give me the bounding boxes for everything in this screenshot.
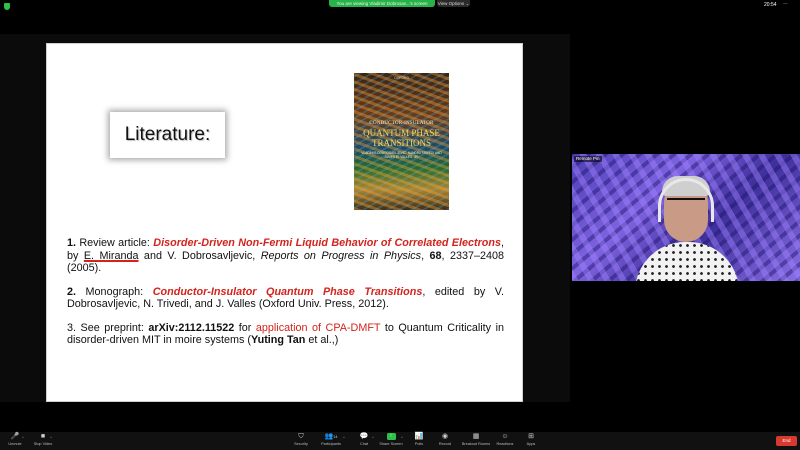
reference-number: 3. [67,321,77,334]
clock: 20:54 [764,2,777,8]
view-options-label: View Options [437,1,465,6]
presentation-slide: Literature: OXFORD CONDUCTOR-INSULATOR Q… [46,43,523,402]
share-options-caret[interactable]: ^ [401,435,403,440]
record-label: Record [438,442,452,446]
reference-text: , [421,249,430,262]
glasses-icon [667,198,705,206]
share-screen-icon: ↑ [386,432,396,442]
viewing-screen-banner: You are viewing Vladimir Dobrosav...'s s… [329,0,435,7]
book-cover-image: OXFORD CONDUCTOR-INSULATOR QUANTUM PHASE… [354,73,449,210]
unmute-button[interactable]: 🎤 Unmute [0,432,30,450]
participants-count: 14 [333,435,338,439]
unmute-label: Unmute [8,442,22,446]
chat-icon: 💬 [359,433,369,440]
reference-list: 1. Review article: Disorder-Driven Non-F… [67,237,504,358]
reference-author-underlined: E. Miranda [83,249,139,262]
end-meeting-button[interactable]: End [776,436,797,446]
chevron-down-icon: ⌄ [465,1,470,6]
microphone-icon: 🎤 [10,433,20,440]
reference-prefix: See preprint: [76,321,149,334]
stop-video-button[interactable]: ■ Stop Video [28,432,58,450]
reactions-label: Reactions [496,442,514,446]
security-label: Security [294,442,308,446]
video-camera-icon: ■ [40,433,46,440]
chat-label: Chat [359,442,369,446]
reference-text: et al.,) [305,334,339,346]
reference-text: and V. Dobrosavljevic, [138,249,261,262]
stop-video-label: Stop Video [33,442,53,446]
reference-volume: 68 [429,249,442,262]
audio-options-caret[interactable]: ^ [22,435,24,440]
reference-application: application of CPA-DMFT [255,321,381,334]
share-screen-label: Share Screen [379,442,403,446]
breakout-rooms-label: Breakout Rooms [461,442,491,446]
top-bar: You are viewing Vladimir Dobrosav...'s s… [0,0,800,34]
participants-options-caret[interactable]: ^ [343,435,345,440]
reference-prefix: Monograph: [76,285,153,298]
more-icon[interactable]: ··· [783,1,788,7]
reference-item: 2. Monograph: Conductor-Insulator Quantu… [67,286,504,311]
view-options-button[interactable]: View Options ⌄ [437,0,470,7]
reference-number: 1. [67,237,77,249]
reference-prefix: Review article: [76,237,154,249]
apps-label: Apps [526,442,536,446]
polls-label: Polls [414,442,424,446]
meeting-toolbar: 🎤 Unmute ^ ■ Stop Video ^ ⛉ Security 👥14… [0,432,800,450]
security-button[interactable]: ⛉ Security [286,432,316,450]
breakout-rooms-button[interactable]: ▦ Breakout Rooms [461,432,491,450]
reference-arxiv-id: arXiv:2112.11522 [148,321,235,334]
breakout-rooms-icon: ▦ [472,433,480,440]
reference-item: 3. See preprint: arXiv:2112.11522 for ap… [67,322,504,347]
participants-button[interactable]: 👥14 Participants [316,432,346,450]
chat-options-caret[interactable]: ^ [372,435,374,440]
apps-button[interactable]: ⊞ Apps [516,432,546,450]
participants-icon: 👥14 [324,433,338,440]
participant-video-tile[interactable]: Remote Pin [572,154,800,281]
shield-security-icon: ⛉ [298,433,304,440]
participant-name-tag: Remote Pin [574,156,602,162]
reactions-icon: ☺ [501,433,509,440]
reference-journal: Reports on Progress in Physics [260,249,422,262]
participants-label: Participants [321,442,341,446]
chat-button[interactable]: 💬 Chat [349,432,379,450]
record-icon: ◉ [441,433,449,440]
reference-number: 2. [67,285,77,298]
slide-heading: Literature: [124,124,211,145]
shield-icon[interactable] [4,3,10,10]
book-authors: VLADIMIR DOBROSAVLJEVIĆ, NANDINI TRIVEDI… [361,151,442,159]
polls-icon: 📊 [414,433,424,440]
video-options-caret[interactable]: ^ [50,435,52,440]
record-button[interactable]: ◉ Record [430,432,460,450]
apps-icon: ⊞ [528,433,534,440]
reference-title: Disorder-Driven Non-Fermi Liquid Behavio… [153,237,502,249]
book-subtitle: CONDUCTOR-INSULATOR [369,121,434,126]
book-publisher: OXFORD [394,76,409,80]
reference-text: for [234,321,256,334]
literature-heading-box: Literature: [110,112,225,158]
book-title: QUANTUM PHASE TRANSITIONS [363,128,440,148]
reference-author: Yuting Tan [251,334,306,346]
reference-title: Conductor-Insulator Quantum Phase Transi… [152,285,423,298]
reference-item: 1. Review article: Disorder-Driven Non-F… [67,237,504,275]
